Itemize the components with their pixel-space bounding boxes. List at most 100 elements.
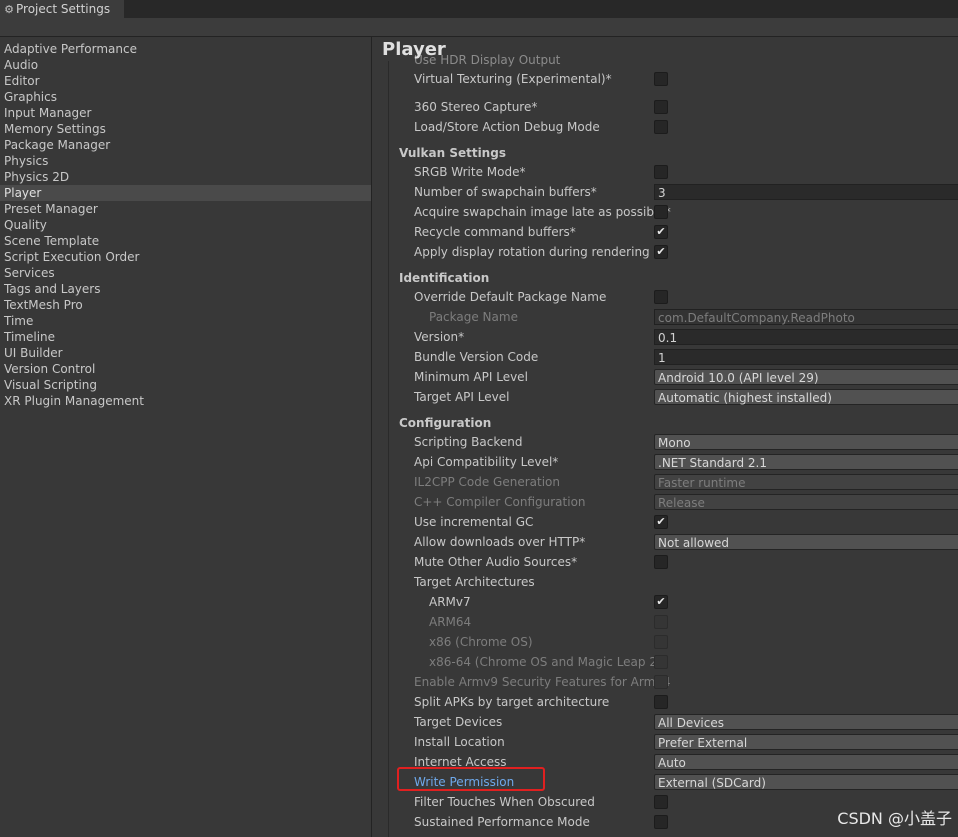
http-label: Allow downloads over HTTP* [414,535,586,549]
sidebar-item-memory-settings[interactable]: Memory Settings [0,121,371,137]
sustained-perf-checkbox[interactable] [654,815,668,829]
srgb-write-label: SRGB Write Mode* [414,165,526,179]
sidebar-item-physics[interactable]: Physics [0,153,371,169]
bundle-code-field[interactable]: 1 [654,349,958,365]
write-permission-highlight-box [397,767,545,791]
cpp-config-dropdown: Release [654,494,958,510]
version-label: Version* [414,330,465,344]
version-field[interactable]: 0.1 [654,329,958,345]
settings-sidebar: Adaptive Performance Audio Editor Graphi… [0,37,372,837]
armv9-checkbox [654,675,668,689]
filter-touches-label: Filter Touches When Obscured [414,795,595,809]
split-apks-label: Split APKs by target architecture [414,695,610,709]
sidebar-item-version-control[interactable]: Version Control [0,361,371,377]
target-api-label: Target API Level [414,390,510,404]
scripting-backend-dropdown[interactable]: Mono [654,434,958,450]
sidebar-item-tags-and-layers[interactable]: Tags and Layers [0,281,371,297]
tab-bar: ⚙ Project Settings [0,0,958,18]
configuration-header[interactable]: Configuration [399,415,491,431]
swapchain-buffers-label: Number of swapchain buffers* [414,185,597,199]
stereo-capture-checkbox[interactable] [654,100,668,114]
acquire-late-label: Acquire swapchain image late as possible… [414,205,671,219]
player-settings-panel: Use HDR Display Output Player Virtual Te… [372,37,958,837]
armv7-label: ARMv7 [429,595,471,609]
sidebar-item-player[interactable]: Player [0,185,371,201]
toolbar [0,18,958,37]
load-store-debug-label: Load/Store Action Debug Mode [414,120,600,134]
split-apks-checkbox[interactable] [654,695,668,709]
recycle-buffers-checkbox[interactable]: ✔ [654,225,668,239]
sidebar-item-ui-builder[interactable]: UI Builder [0,345,371,361]
sidebar-item-graphics[interactable]: Graphics [0,89,371,105]
api-compat-label: Api Compatibility Level* [414,455,559,469]
package-name-field: com.DefaultCompany.ReadPhoto [654,309,958,325]
override-package-checkbox[interactable] [654,290,668,304]
sidebar-item-package-manager[interactable]: Package Manager [0,137,371,153]
install-location-label: Install Location [414,735,505,749]
target-arch-label: Target Architectures [414,575,535,589]
tab-label: Project Settings [16,2,111,16]
display-rotation-checkbox[interactable]: ✔ [654,245,668,259]
sidebar-item-scene-template[interactable]: Scene Template [0,233,371,249]
arm64-checkbox [654,615,668,629]
tab-project-settings[interactable]: ⚙ Project Settings [0,0,124,18]
filter-touches-checkbox[interactable] [654,795,668,809]
stereo-capture-label: 360 Stereo Capture* [414,100,538,114]
il2cpp-label: IL2CPP Code Generation [414,475,561,489]
sidebar-item-adaptive-performance[interactable]: Adaptive Performance [0,41,371,57]
virtual-texturing-label: Virtual Texturing (Experimental)* [414,72,612,86]
sidebar-item-textmesh-pro[interactable]: TextMesh Pro [0,297,371,313]
internet-access-dropdown[interactable]: Auto [654,754,958,770]
srgb-write-checkbox[interactable] [654,165,668,179]
recycle-buffers-label: Recycle command buffers* [414,225,576,239]
armv7-checkbox[interactable]: ✔ [654,595,668,609]
il2cpp-dropdown: Faster runtime [654,474,958,490]
incremental-gc-checkbox[interactable]: ✔ [654,515,668,529]
gear-icon: ⚙ [4,2,14,16]
acquire-late-checkbox[interactable] [654,205,668,219]
swapchain-buffers-field[interactable]: 3 [654,184,958,200]
target-devices-dropdown[interactable]: All Devices [654,714,958,730]
sidebar-item-xr-plugin-management[interactable]: XR Plugin Management [0,393,371,409]
mute-audio-label: Mute Other Audio Sources* [414,555,578,569]
mute-audio-checkbox[interactable] [654,555,668,569]
load-store-debug-checkbox[interactable] [654,120,668,134]
bundle-code-label: Bundle Version Code [414,350,539,364]
incremental-gc-label: Use incremental GC [414,515,534,529]
watermark: CSDN @小盖子 [837,809,952,828]
min-api-label: Minimum API Level [414,370,528,384]
target-devices-label: Target Devices [414,715,503,729]
vulkan-settings-header[interactable]: Vulkan Settings [399,145,506,161]
indent-guide [388,61,389,837]
sidebar-item-time[interactable]: Time [0,313,371,329]
sidebar-item-preset-manager[interactable]: Preset Manager [0,201,371,217]
sidebar-item-editor[interactable]: Editor [0,73,371,89]
sidebar-item-input-manager[interactable]: Input Manager [0,105,371,121]
min-api-dropdown[interactable]: Android 10.0 (API level 29) [654,369,958,385]
x86-checkbox [654,635,668,649]
scripting-backend-label: Scripting Backend [414,435,523,449]
x86-64-checkbox [654,655,668,669]
sidebar-item-script-execution-order[interactable]: Script Execution Order [0,249,371,265]
armv9-label: Enable Armv9 Security Features for Arm64 [414,675,671,689]
package-name-label: Package Name [429,310,518,324]
target-api-dropdown[interactable]: Automatic (highest installed) [654,389,958,405]
sidebar-item-timeline[interactable]: Timeline [0,329,371,345]
sidebar-item-audio[interactable]: Audio [0,57,371,73]
write-permission-dropdown[interactable]: External (SDCard) [654,774,958,790]
override-package-label: Override Default Package Name [414,290,607,304]
sidebar-item-quality[interactable]: Quality [0,217,371,233]
identification-header[interactable]: Identification [399,270,489,286]
http-dropdown[interactable]: Not allowed [654,534,958,550]
install-location-dropdown[interactable]: Prefer External [654,734,958,750]
sustained-perf-label: Sustained Performance Mode [414,815,590,829]
x86-label: x86 (Chrome OS) [429,635,533,649]
sidebar-item-visual-scripting[interactable]: Visual Scripting [0,377,371,393]
virtual-texturing-checkbox[interactable] [654,72,668,86]
cpp-config-label: C++ Compiler Configuration [414,495,586,509]
sidebar-item-physics-2d[interactable]: Physics 2D [0,169,371,185]
x86-64-label: x86-64 (Chrome OS and Magic Leap 2) [429,655,662,669]
page-title: Player [382,39,446,60]
api-compat-dropdown[interactable]: .NET Standard 2.1 [654,454,958,470]
sidebar-item-services[interactable]: Services [0,265,371,281]
